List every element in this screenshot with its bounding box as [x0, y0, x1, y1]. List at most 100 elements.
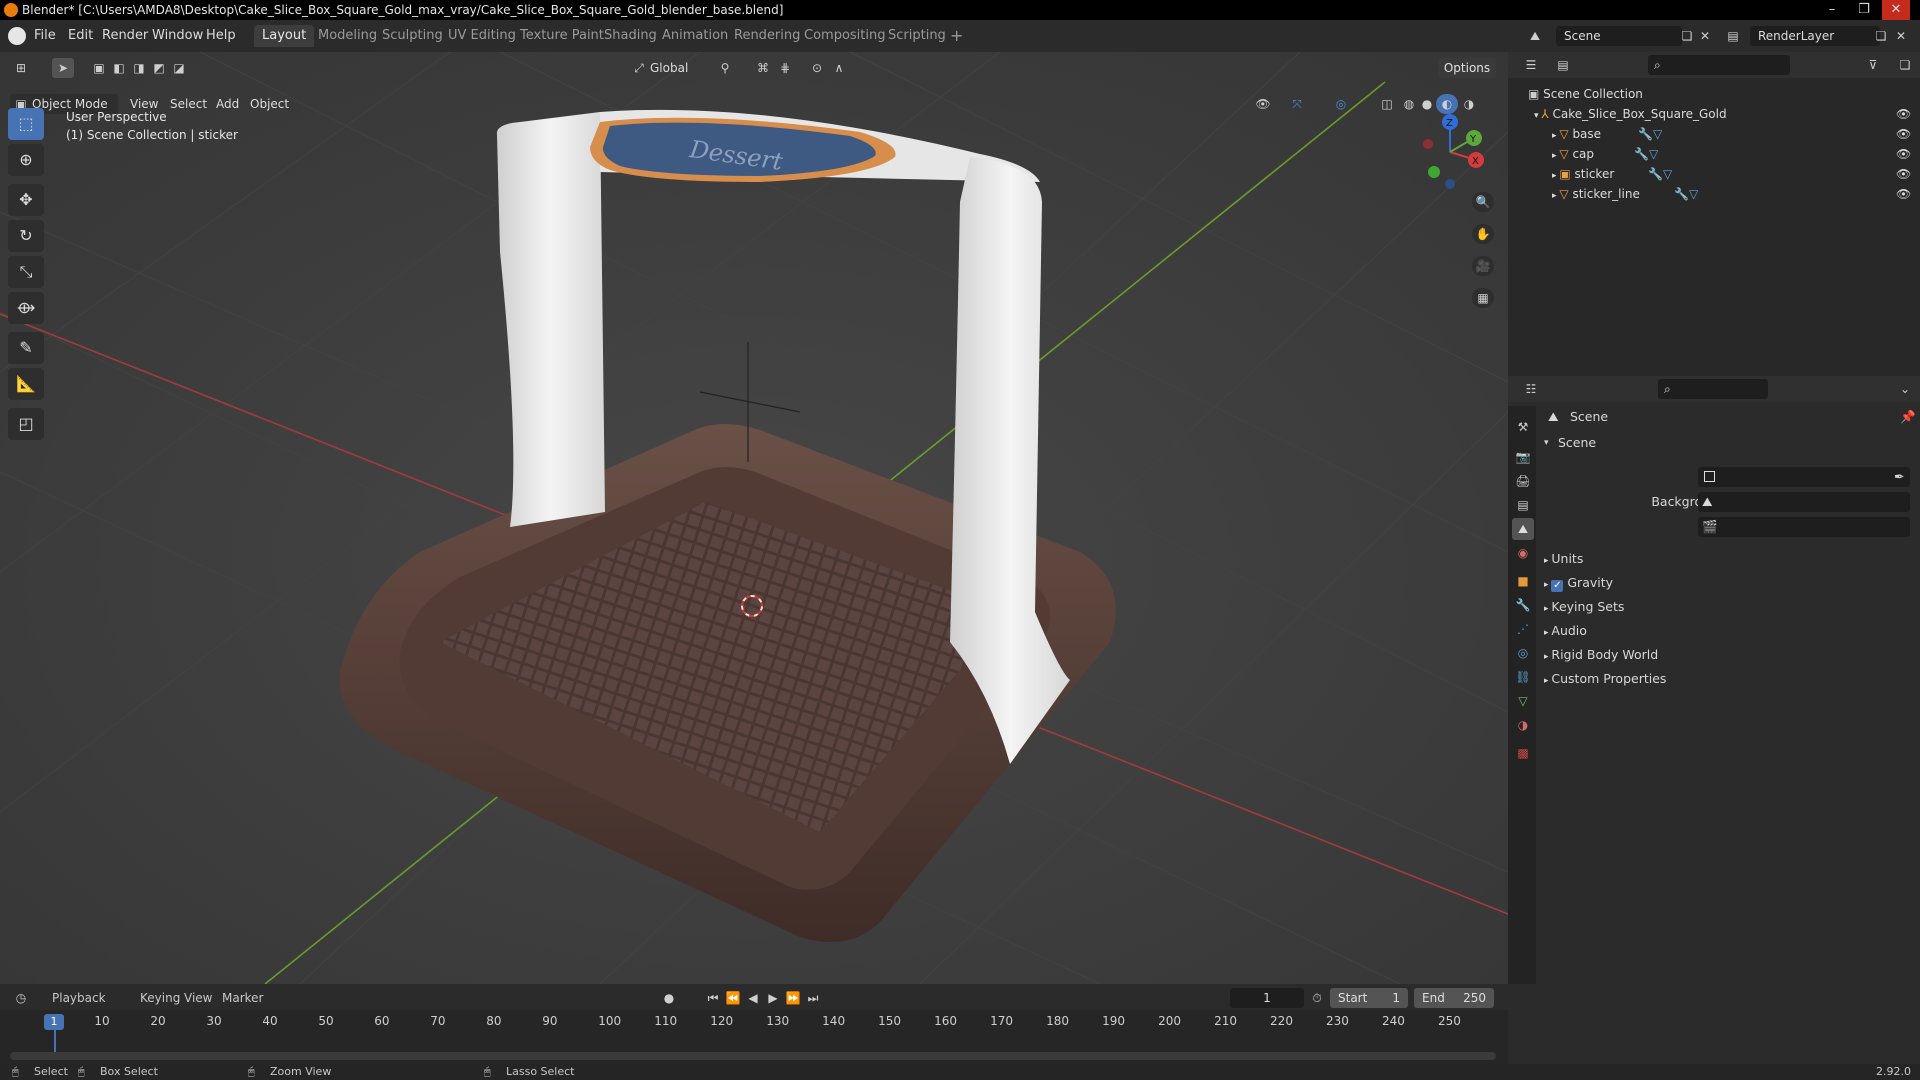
section-keying-sets[interactable]: ▸ Keying Sets: [1544, 596, 1624, 618]
visibility-eye-icon[interactable]: 👁: [1896, 124, 1911, 144]
solid-shading-icon[interactable]: ●: [1416, 94, 1438, 114]
delete-view-layer-icon[interactable]: ✕: [1890, 26, 1912, 46]
xray-icon[interactable]: ◫: [1376, 94, 1398, 114]
outliner-search-input[interactable]: ⌕: [1648, 55, 1790, 75]
view-layer-tab-icon[interactable]: ▤: [1512, 494, 1534, 516]
snap-target-icon[interactable]: ⋕: [774, 58, 796, 78]
section-units[interactable]: ▸ Units: [1544, 548, 1583, 570]
visibility-eye-icon[interactable]: 👁: [1896, 144, 1911, 164]
view-layer-icon[interactable]: ▤: [1722, 26, 1744, 46]
properties-editor-icon[interactable]: ☷: [1520, 379, 1542, 399]
next-keyframe-icon[interactable]: ⏩: [782, 988, 804, 1008]
options-button[interactable]: Options: [1438, 58, 1496, 78]
play-icon[interactable]: ▶: [762, 988, 784, 1008]
snap-icon[interactable]: ⌘: [752, 58, 774, 78]
maximize-button[interactable]: ❐: [1850, 0, 1878, 20]
mode-intersect-icon[interactable]: ◪: [168, 58, 190, 78]
move-icon[interactable]: ✥: [8, 184, 44, 216]
select-tool-icon[interactable]: ➤: [52, 58, 74, 78]
eyedropper-icon[interactable]: ✒: [1894, 466, 1904, 488]
object-tab-icon[interactable]: ■: [1512, 570, 1534, 592]
editor-type-icon[interactable]: ⊞: [10, 58, 32, 78]
timeline-editor-icon[interactable]: ◷: [10, 988, 32, 1008]
tab-layout[interactable]: Layout: [254, 25, 315, 47]
outliner-row-cap[interactable]: ▸ ▽ cap 🔧▽ 👁: [1508, 144, 1920, 164]
mode-invert-icon[interactable]: ◩: [148, 58, 170, 78]
active-clip-field[interactable]: [1698, 517, 1910, 537]
tab-animation[interactable]: Animation: [654, 25, 736, 47]
playhead-frame[interactable]: 1: [44, 1014, 64, 1030]
panel-expand-icon[interactable]: ▾: [1544, 432, 1549, 454]
stopwatch-icon[interactable]: ⏱: [1306, 988, 1328, 1008]
menu-playback[interactable]: Playback: [52, 988, 106, 1008]
blender-menu-icon[interactable]: [8, 27, 26, 45]
output-tab-icon[interactable]: 🖨: [1512, 470, 1534, 492]
prev-keyframe-icon[interactable]: ⏪: [722, 988, 744, 1008]
menu-timeline-view[interactable]: View: [184, 988, 212, 1008]
pin-icon[interactable]: 📌: [1900, 406, 1916, 428]
section-gravity[interactable]: ▸ ✓ Gravity: [1544, 572, 1613, 594]
data-tab-icon[interactable]: ▽: [1512, 690, 1534, 712]
minimize-button[interactable]: –: [1818, 0, 1846, 20]
falloff-icon[interactable]: ∧: [828, 58, 850, 78]
visibility-eye-icon[interactable]: 👁: [1896, 104, 1911, 124]
visibility-icon[interactable]: 👁: [1252, 94, 1274, 114]
constraints-tab-icon[interactable]: ⛓: [1512, 666, 1534, 688]
pivot-icon[interactable]: ⚲: [714, 58, 736, 78]
transform-icon[interactable]: ⟴: [8, 292, 44, 324]
display-mode-icon[interactable]: ▤: [1552, 55, 1574, 75]
rendered-shading-icon[interactable]: ◑: [1458, 94, 1480, 114]
jump-start-icon[interactable]: ⏮: [702, 988, 724, 1008]
orientation-select[interactable]: Global: [650, 58, 688, 78]
gizmo-icon[interactable]: ⤧: [1286, 94, 1308, 114]
modifier-tab-icon[interactable]: 🔧: [1512, 594, 1534, 616]
current-frame-field[interactable]: 1: [1230, 988, 1304, 1008]
start-frame-field[interactable]: Start 1: [1330, 988, 1408, 1008]
mode-extend-icon[interactable]: ◧: [108, 58, 130, 78]
view-layer-field[interactable]: RenderLayer: [1750, 26, 1880, 46]
3d-viewport[interactable]: Dessert ⊞ ➤ ▣ ◧ ◨ ◩ ◪ ⤢ Global ⚲ ⌘ ⋕ ⊙ ∧…: [0, 52, 1508, 984]
new-collection-icon[interactable]: ❏: [1894, 55, 1916, 75]
properties-options-icon[interactable]: ⌄: [1894, 379, 1916, 399]
add-cube-icon[interactable]: ◰: [8, 408, 44, 440]
navigation-gizmo[interactable]: Z X Y: [1410, 112, 1490, 192]
camera-view-icon[interactable]: 🎥: [1472, 256, 1494, 276]
close-button[interactable]: ✕: [1882, 0, 1910, 20]
cursor-icon[interactable]: ⊕: [8, 144, 44, 176]
select-box-icon[interactable]: ⬚: [8, 108, 44, 140]
menu-help[interactable]: Help: [200, 26, 242, 46]
record-icon[interactable]: ●: [658, 988, 680, 1008]
rotate-icon[interactable]: ↻: [8, 220, 44, 252]
camera-field[interactable]: [1698, 467, 1910, 487]
scene-field[interactable]: Scene: [1556, 26, 1682, 46]
outliner-row-base[interactable]: ▸ ▽ base 🔧▽ 👁: [1508, 124, 1920, 144]
add-workspace-button[interactable]: +: [942, 25, 971, 47]
end-frame-field[interactable]: End 250: [1414, 988, 1494, 1008]
outliner-row-sticker-line[interactable]: ▸ ▽ sticker_line 🔧▽ 👁: [1508, 184, 1920, 204]
visibility-eye-icon[interactable]: 👁: [1896, 164, 1911, 184]
pan-hand-icon[interactable]: ✋: [1472, 224, 1494, 244]
background-scene-field[interactable]: [1698, 492, 1910, 512]
section-rigid-body-world[interactable]: ▸ Rigid Body World: [1544, 644, 1658, 666]
jump-end-icon[interactable]: ⏭: [802, 988, 824, 1008]
outliner-row-sticker[interactable]: ▸ ▣ sticker 🔧▽ 👁: [1508, 164, 1920, 184]
physics-tab-icon[interactable]: ◎: [1512, 642, 1534, 664]
scene-icon[interactable]: ⛰: [1524, 26, 1546, 46]
scene-tab-icon[interactable]: ⛰: [1512, 518, 1534, 540]
timeline-scrollbar[interactable]: [10, 1052, 1496, 1060]
zoom-icon[interactable]: 🔍: [1472, 192, 1494, 212]
material-shading-icon[interactable]: ◐: [1436, 94, 1458, 114]
section-audio[interactable]: ▸ Audio: [1544, 620, 1587, 642]
tab-compositing[interactable]: Compositing: [796, 25, 894, 47]
visibility-eye-icon[interactable]: 👁: [1896, 184, 1911, 204]
outliner-row-root[interactable]: ▣ Scene Collection: [1508, 84, 1920, 104]
overlays-icon[interactable]: ◎: [1330, 94, 1352, 114]
render-tab-icon[interactable]: 📷: [1512, 446, 1534, 468]
outliner-row-collection[interactable]: ▾ ⅄ Cake_Slice_Box_Square_Gold 👁: [1508, 104, 1920, 124]
menu-file[interactable]: File: [28, 26, 62, 46]
tool-tab-icon[interactable]: ⚒: [1512, 416, 1534, 438]
measure-icon[interactable]: 📐: [8, 368, 44, 400]
menu-keying[interactable]: Keying: [140, 988, 180, 1008]
section-custom-properties[interactable]: ▸ Custom Properties: [1544, 668, 1666, 690]
gravity-checkbox[interactable]: ✓: [1551, 580, 1564, 592]
